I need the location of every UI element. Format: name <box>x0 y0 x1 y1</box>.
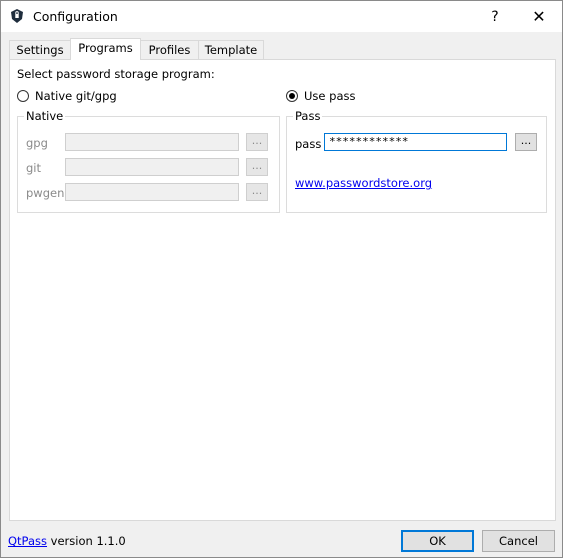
storage-program-prompt: Select password storage program: <box>17 67 215 81</box>
native-git-gpg-option[interactable]: Native git/gpg <box>17 88 117 104</box>
pwgen-label: pwgen <box>26 186 65 200</box>
gpg-path-input[interactable] <box>65 133 239 151</box>
use-pass-radio[interactable] <box>286 90 298 102</box>
cancel-button[interactable]: Cancel <box>482 530 555 552</box>
close-button[interactable]: ✕ <box>527 6 551 28</box>
window-title: Configuration <box>33 9 118 24</box>
use-pass-radio-label: Use pass <box>304 89 356 103</box>
title-bar: Configuration ? ✕ <box>1 1 562 32</box>
pass-label: pass <box>295 137 322 151</box>
gpg-label: gpg <box>26 136 48 150</box>
git-label: git <box>26 161 42 175</box>
qtpass-lock-icon <box>9 8 25 24</box>
version-text: version 1.1.0 <box>47 534 126 548</box>
qtpass-link[interactable]: QtPass <box>8 534 47 548</box>
native-group: Native gpg ... git ... pwgen ... <box>17 109 280 213</box>
use-pass-option[interactable]: Use pass <box>286 88 355 104</box>
help-button[interactable]: ? <box>485 7 505 27</box>
version-info: QtPass version 1.1.0 <box>8 534 126 548</box>
native-radio[interactable] <box>17 90 29 102</box>
tab-template[interactable]: Template <box>198 40 264 59</box>
native-group-title: Native <box>24 109 66 123</box>
git-path-input[interactable] <box>65 158 239 176</box>
configuration-dialog: Configuration ? ✕ Settings Programs Prof… <box>0 0 563 558</box>
pass-group: Pass pass ************ ... www.passwords… <box>286 109 547 213</box>
pass-group-title: Pass <box>293 109 323 123</box>
tab-profiles[interactable]: Profiles <box>140 40 199 59</box>
gpg-browse-button[interactable]: ... <box>246 133 268 151</box>
programs-panel: Select password storage program: Native … <box>9 59 556 521</box>
git-browse-button[interactable]: ... <box>246 158 268 176</box>
pwgen-path-input[interactable] <box>65 183 239 201</box>
tab-settings[interactable]: Settings <box>9 40 71 59</box>
pass-path-input[interactable]: ************ <box>324 133 507 151</box>
ok-button[interactable]: OK <box>401 530 474 552</box>
pass-browse-button[interactable]: ... <box>515 133 537 151</box>
tab-programs[interactable]: Programs <box>70 38 141 60</box>
native-radio-label: Native git/gpg <box>35 89 117 103</box>
pwgen-browse-button[interactable]: ... <box>246 183 268 201</box>
passwordstore-link[interactable]: www.passwordstore.org <box>295 176 432 190</box>
